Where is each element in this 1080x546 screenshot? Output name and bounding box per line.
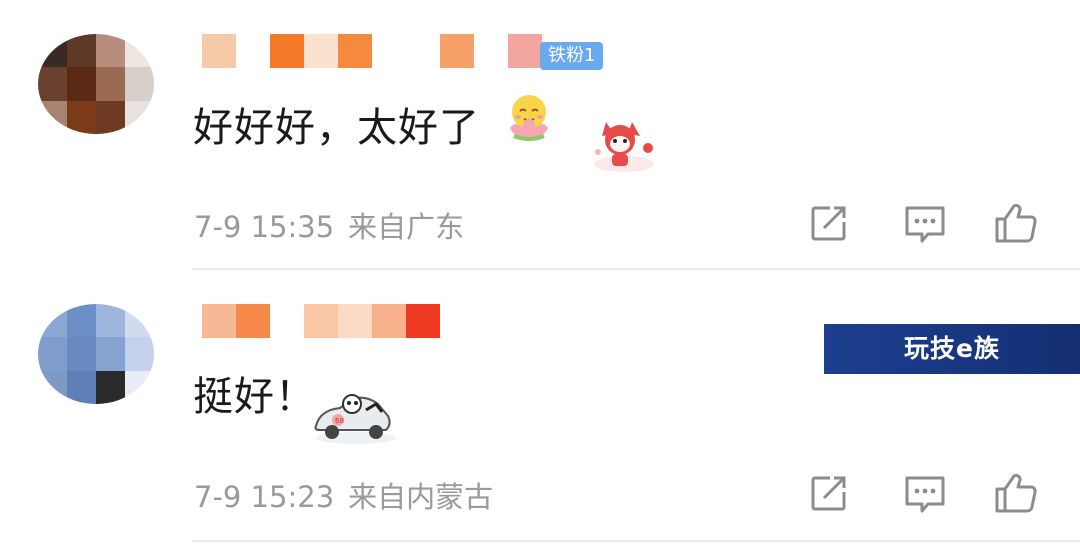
- mosaic-block: [372, 304, 406, 338]
- watermark-logo: 玩技e族: [824, 324, 1080, 374]
- mosaic-block: [67, 67, 96, 101]
- mosaic-block: [125, 337, 154, 371]
- mosaic-block: [96, 67, 125, 101]
- comment-location: 来自广东: [348, 210, 465, 244]
- mosaic-block: [406, 34, 440, 68]
- mosaic-block: [125, 304, 154, 338]
- mosaic-block: [67, 100, 96, 134]
- mosaic-block: [38, 370, 67, 404]
- mosaic-block: [202, 304, 236, 338]
- comment-location: 来自内蒙古: [348, 480, 494, 514]
- comment-text: 挺好！: [193, 374, 316, 420]
- mosaic-block: [38, 337, 67, 371]
- mosaic-block: [96, 100, 125, 134]
- mosaic-block: [304, 34, 338, 68]
- mosaic-block: [96, 304, 125, 338]
- comment-actions: [806, 470, 1046, 516]
- mosaic-block: [440, 34, 474, 68]
- avatar[interactable]: [38, 304, 154, 404]
- username-pixelated[interactable]: [202, 304, 440, 338]
- mosaic-block: [96, 370, 125, 404]
- comment-actions: [806, 200, 1046, 246]
- share-icon[interactable]: [806, 470, 852, 516]
- mosaic-block: [38, 100, 67, 134]
- comment-icon[interactable]: [902, 200, 948, 246]
- mosaic-block: [270, 34, 304, 68]
- svg-text:68: 68: [335, 417, 344, 425]
- mosaic-block: [125, 67, 154, 101]
- mosaic-block: [38, 304, 67, 338]
- thumbs-up-icon[interactable]: [992, 470, 1038, 516]
- comment-list: 铁粉1 好好好，太好了 7-9 15:35 来自广东 挺好！ 68 7-9 15…: [0, 0, 1080, 546]
- mosaic-block: [67, 304, 96, 338]
- divider: [192, 268, 1080, 270]
- mosaic-block: [406, 304, 440, 338]
- avatar[interactable]: [38, 34, 154, 134]
- mosaic-block: [508, 34, 542, 68]
- comment-time: 7-9 15:23: [194, 480, 335, 514]
- comment-item: 挺好！ 68 7-9 15:23 来自内蒙古: [0, 272, 1080, 546]
- mosaic-block: [125, 370, 154, 404]
- mosaic-block: [38, 34, 67, 68]
- divider: [192, 540, 1080, 542]
- comment-icon[interactable]: [902, 470, 948, 516]
- mosaic-block: [67, 370, 96, 404]
- mosaic-block: [338, 34, 372, 68]
- comment-meta: 7-9 15:23 来自内蒙古: [194, 474, 493, 516]
- red-cartoon-fox-sticker: [594, 122, 654, 172]
- mosaic-block: [474, 34, 508, 68]
- thumbs-up-icon[interactable]: [992, 200, 1038, 246]
- comment-meta: 7-9 15:35 来自广东: [194, 204, 464, 246]
- mosaic-block: [96, 34, 125, 68]
- mosaic-block: [38, 67, 67, 101]
- cartoon-car-sticker: 68: [314, 394, 396, 444]
- mosaic-block: [236, 304, 270, 338]
- comment-item: 铁粉1 好好好，太好了 7-9 15:35 来自广东: [0, 0, 1080, 270]
- mosaic-block: [372, 34, 406, 68]
- share-icon[interactable]: [806, 200, 852, 246]
- mosaic-block: [202, 34, 236, 68]
- mosaic-block: [338, 304, 372, 338]
- smiling-lotus-emoji: [510, 95, 548, 141]
- fan-badge: 铁粉1: [540, 42, 604, 70]
- mosaic-block: [67, 337, 96, 371]
- mosaic-block: [236, 34, 270, 68]
- username-pixelated[interactable]: [202, 34, 542, 68]
- comment-time: 7-9 15:35: [194, 210, 335, 244]
- mosaic-block: [96, 337, 125, 371]
- mosaic-block: [67, 34, 96, 68]
- mosaic-block: [125, 34, 154, 68]
- mosaic-block: [270, 304, 304, 338]
- comment-text: 好好好，太好了: [193, 105, 480, 151]
- mosaic-block: [304, 304, 338, 338]
- mosaic-block: [125, 100, 154, 134]
